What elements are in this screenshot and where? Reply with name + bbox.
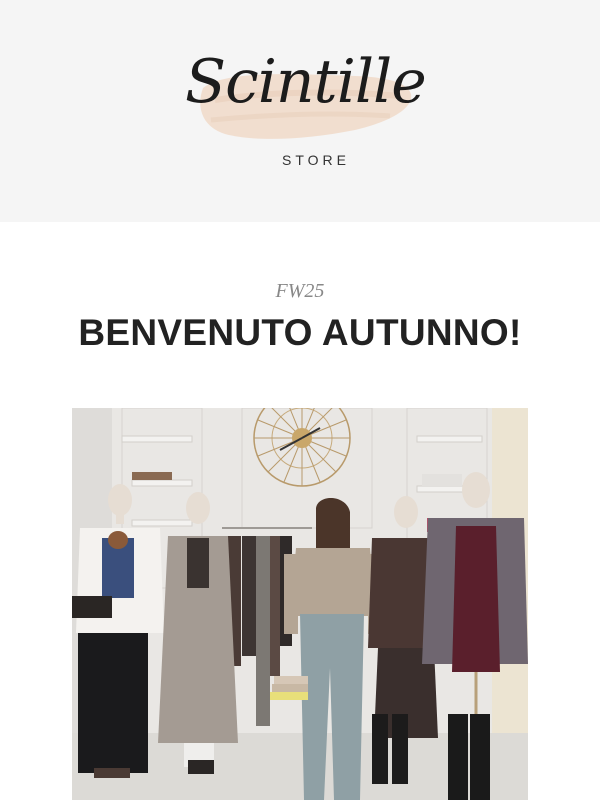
season-label: FW25 xyxy=(275,280,325,302)
page-headline: BENVENUTO AUTUNNO! xyxy=(78,312,522,353)
store-logo[interactable]: Scintille STORE xyxy=(185,30,427,190)
photo-illustration xyxy=(72,408,528,800)
logo-wordmark: Scintille xyxy=(185,47,427,117)
store-interior-photo[interactable] xyxy=(72,408,528,800)
logo-subtitle: STORE xyxy=(282,152,350,168)
header-banner: Scintille STORE xyxy=(0,0,600,222)
